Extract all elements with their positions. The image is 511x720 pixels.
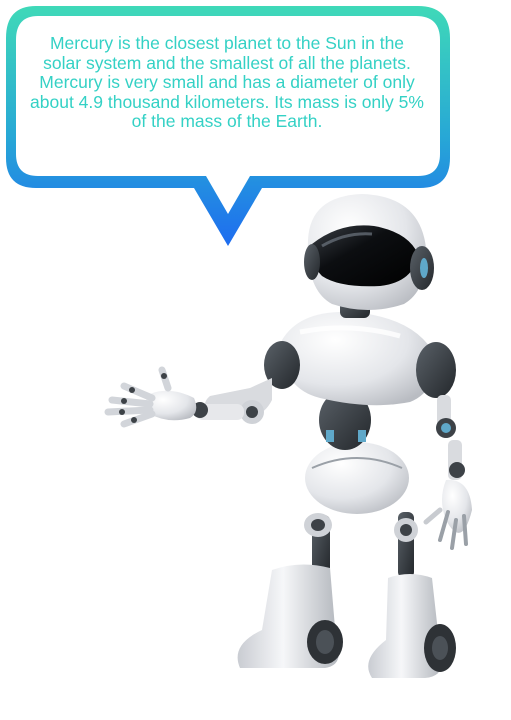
robot-icon — [104, 194, 472, 678]
robot-right-arm — [416, 342, 472, 550]
robot-left-arm — [192, 341, 300, 424]
robot-left-leg — [237, 513, 343, 668]
illustration-stage: Mercury is the closest planet to the Sun… — [0, 0, 511, 720]
robot-hand — [104, 366, 197, 428]
robot-head — [304, 194, 434, 310]
robot-torso — [281, 311, 434, 406]
robot-pelvis — [305, 442, 409, 514]
